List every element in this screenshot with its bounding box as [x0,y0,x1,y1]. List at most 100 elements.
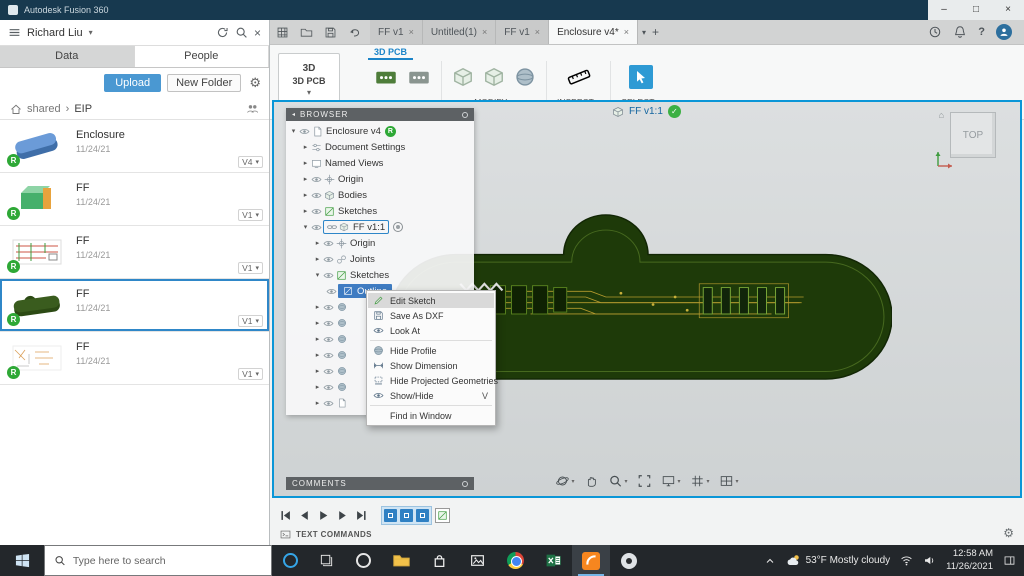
viewcube-home-icon[interactable]: ⌂ [939,110,944,120]
taskbar-app-chrome[interactable] [496,545,534,576]
search-icon[interactable] [235,26,248,39]
help-icon[interactable]: ? [978,26,985,38]
file-card-ff-2[interactable]: R FF 11/24/21 V1▾ [0,226,269,279]
open-folder-icon[interactable] [300,26,313,39]
expand-caret-icon[interactable]: ▾ [313,271,322,279]
visibility-eye-icon[interactable] [311,174,322,185]
start-button[interactable] [0,545,44,576]
app-grid-icon[interactable] [276,26,289,39]
new-tab-plus-icon[interactable]: + [652,25,659,39]
visibility-eye-icon[interactable] [323,270,334,281]
expand-caret-icon[interactable]: ▾ [301,223,310,231]
workspace-switcher[interactable]: 3D3D PCB 3D PCB ▾ [278,53,340,107]
user-dropdown-caret-icon[interactable]: ▾ [89,28,93,37]
tree-row-sketches[interactable]: ▸ Sketches [286,203,474,219]
menu-item-save-as-dxf[interactable]: Save As DXF [368,308,494,323]
taskbar-app-browser[interactable] [344,545,382,576]
measure-tool-icon[interactable] [567,65,591,89]
minimize-button[interactable]: – [928,0,960,20]
new-folder-button[interactable]: New Folder [167,74,241,92]
viewports-button[interactable]: ▾ [720,474,739,488]
version-dropdown[interactable]: V1▾ [238,209,263,221]
home-icon[interactable] [10,103,22,115]
tab-list-caret-icon[interactable]: ▾ [642,28,646,37]
doc-tab-enclosure-v4-active[interactable]: Enclosure v4*× [549,20,638,44]
panel-options-icon[interactable] [462,112,468,118]
clock[interactable]: 12:58 AM 11/26/2021 [946,548,993,573]
expand-caret-icon[interactable]: ▸ [301,159,310,167]
doc-tab-ff-v1-a[interactable]: FF v1× [370,20,423,44]
visibility-eye-icon[interactable] [311,222,322,233]
expand-caret-icon[interactable]: ▾ [289,127,298,135]
timeline-sketch-item[interactable] [435,508,450,523]
taskbar-search-box[interactable] [44,545,272,576]
visibility-eye-icon[interactable] [323,398,334,409]
text-commands-bar[interactable]: TEXT COMMANDS [280,529,372,540]
menu-hamburger-icon[interactable] [8,26,21,39]
tree-row-joints[interactable]: ▸ Joints [286,251,474,267]
visibility-eye-icon[interactable] [323,302,334,313]
sphere-tool-icon[interactable] [514,66,536,88]
ribbon-tab-3d-pcb[interactable]: 3D PCB [368,45,413,60]
timeline-skip-end-icon[interactable] [356,510,367,521]
display-settings-button[interactable]: ▾ [661,474,680,488]
timeline-component-item[interactable] [416,509,429,522]
component-tool-icon[interactable] [452,66,474,88]
pcb-board-tool-icon[interactable] [374,65,398,89]
tree-row-enclosure-v4[interactable]: ▾ Enclosure v4 R [286,123,474,139]
panel-settings-gear-icon[interactable]: ⚙ [249,75,261,91]
show-hidden-icons-chevron[interactable] [764,555,776,567]
pcb-layout-tool-icon[interactable] [407,65,431,89]
select-tool-active[interactable] [629,65,653,89]
tab-close-icon[interactable]: × [535,27,540,37]
tab-close-icon[interactable]: × [409,27,414,37]
expand-caret-icon[interactable]: ▸ [313,255,322,263]
panel-options-icon[interactable] [462,481,468,487]
taskbar-app-fusion-360-active[interactable] [572,545,610,576]
visibility-eye-icon[interactable] [323,366,334,377]
activate-component-radio[interactable] [393,222,403,232]
browser-panel-header[interactable]: ◂ BROWSER [286,108,474,121]
tree-row-ff-v1-component[interactable]: ▾ FF v1:1 [286,219,474,235]
visibility-eye-icon[interactable] [311,190,322,201]
action-center-icon[interactable] [1003,554,1016,567]
refresh-icon[interactable] [216,26,229,39]
expand-caret-icon[interactable]: ▸ [301,207,310,215]
close-panel-icon[interactable]: × [254,26,261,40]
fit-button[interactable] [637,474,651,488]
notifications-bell-icon[interactable] [953,25,967,39]
file-card-ff-4[interactable]: R FF 11/24/21 V1▾ [0,332,269,385]
task-view-button[interactable] [308,545,344,576]
model-viewport-canvas[interactable]: ◂ BROWSER ▾ Enclosure v4 R ▸ [272,100,1022,498]
tree-row-document-settings[interactable]: ▸ Document Settings [286,139,474,155]
visibility-eye-icon[interactable] [323,254,334,265]
zoom-button[interactable]: ▾ [608,474,627,488]
file-card-enclosure[interactable]: R Enclosure 11/24/21 V4▾ [0,120,269,173]
collaborators-icon[interactable] [246,102,259,115]
tab-people[interactable]: People [135,46,270,67]
timeline-component-item[interactable] [384,509,397,522]
breadcrumb-root[interactable]: shared [27,103,61,115]
grid-settings-button[interactable]: ▾ [691,474,710,488]
cortana-button[interactable] [272,545,308,576]
menu-item-show-hide[interactable]: Show/Hide V [368,388,494,403]
component-tool-icon[interactable] [483,66,505,88]
save-icon[interactable] [324,26,337,39]
visibility-eye-icon[interactable] [323,382,334,393]
doc-tab-untitled-1[interactable]: Untitled(1)× [423,20,496,44]
tab-data[interactable]: Data [0,46,135,67]
visibility-eye-icon[interactable] [299,126,310,137]
user-avatar[interactable] [996,24,1012,40]
menu-item-show-dimension[interactable]: Show Dimension [368,358,494,373]
volume-icon[interactable] [923,554,936,567]
version-dropdown[interactable]: V1▾ [238,262,263,274]
maximize-button[interactable]: □ [960,0,992,20]
timeline-component-item[interactable] [400,509,413,522]
menu-item-look-at[interactable]: Look At [368,323,494,338]
expand-caret-icon[interactable]: ▸ [313,239,322,247]
taskbar-app-camera[interactable] [610,545,648,576]
visibility-eye-icon[interactable] [326,286,337,297]
tree-row-component-origin[interactable]: ▸ Origin [286,235,474,251]
comments-panel-header[interactable]: COMMENTS [286,477,474,490]
expand-caret-icon[interactable]: ▸ [301,143,310,151]
